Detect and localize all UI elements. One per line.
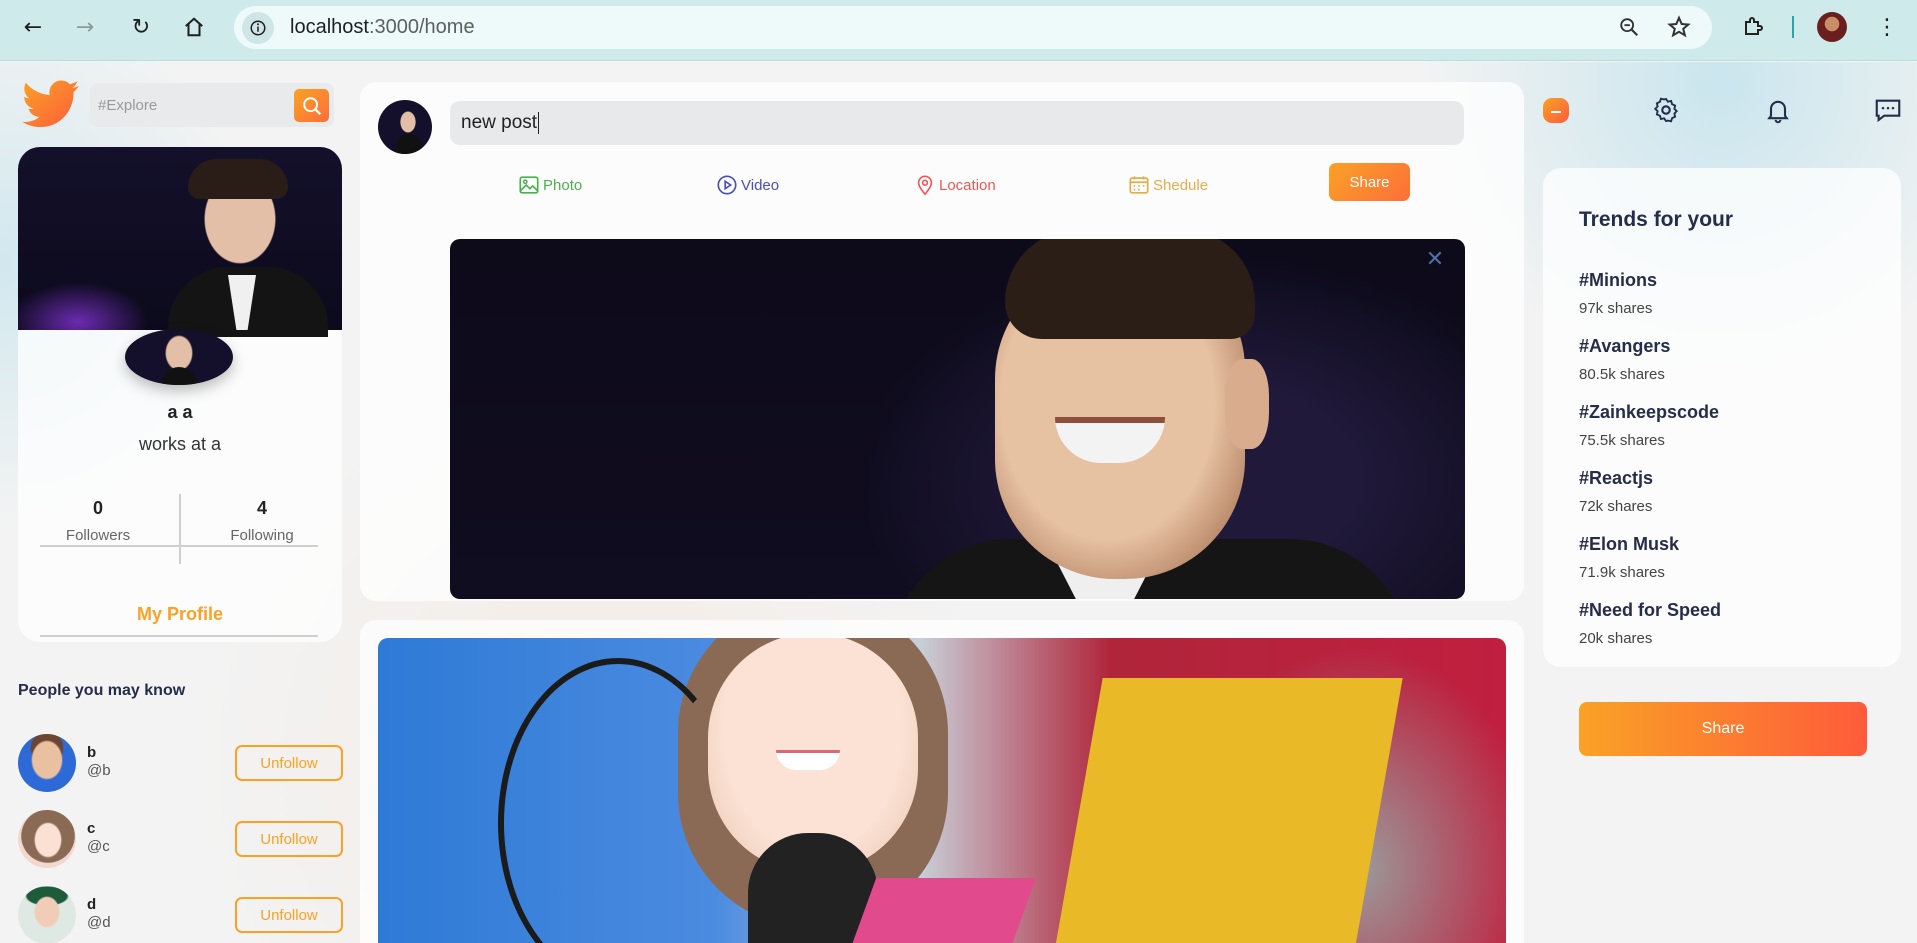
video-play-icon (717, 175, 737, 195)
location-pin-icon (917, 175, 933, 196)
person-name: c (87, 820, 96, 837)
avatar[interactable] (18, 886, 76, 943)
browser-toolbar: ← → ↻ localhost:3000/home ⋮ (0, 0, 1917, 61)
trend-tag: #Elon Musk (1579, 534, 1680, 554)
share-button[interactable]: Share (1579, 702, 1867, 756)
url-path: :3000/home (368, 16, 475, 38)
stat-separator (179, 494, 181, 564)
photo-option[interactable]: Photo (518, 170, 582, 200)
my-profile-link[interactable]: My Profile (0, 604, 360, 625)
address-bar[interactable]: localhost:3000/home (234, 6, 1712, 49)
trend-item[interactable]: #Minions 97k shares (1579, 270, 1657, 317)
location-label: Location (939, 176, 996, 194)
trend-shares: 80.5k shares (1579, 366, 1665, 383)
followers-stat: 0 Followers (38, 498, 158, 544)
trend-tag: #Need for Speed (1579, 600, 1722, 620)
trend-item[interactable]: #Need for Speed 20k shares (1579, 600, 1721, 647)
following-label: Following (230, 527, 294, 544)
avatar[interactable] (18, 734, 76, 792)
trends-title: Trends for your (1579, 208, 1734, 231)
trend-item[interactable]: #Zainkeepscode 75.5k shares (1579, 402, 1719, 449)
trend-shares: 71.9k shares (1579, 564, 1665, 581)
person-name: b (87, 744, 97, 761)
menu-dots-icon[interactable]: ⋮ (1872, 12, 1902, 42)
gear-icon[interactable] (1650, 94, 1682, 126)
explore-search-input[interactable] (98, 94, 288, 116)
url-text: localhost:3000/home (290, 16, 475, 39)
trend-tag: #Avangers (1579, 336, 1671, 356)
photo-label: Photo (543, 176, 583, 194)
followers-label: Followers (65, 527, 131, 544)
back-icon[interactable]: ← (18, 12, 48, 42)
search-icon (302, 96, 321, 115)
trends-card: Trends for your #Minions 97k shares #Ava… (1543, 168, 1901, 667)
home-page: a a works at a 0 Followers 4 Following M… (0, 62, 1917, 943)
unfollow-button[interactable]: Unfollow (235, 821, 343, 857)
followers-count: 0 (92, 498, 103, 518)
following-count: 4 (256, 498, 267, 518)
share-post-button[interactable]: Share (1329, 163, 1410, 201)
person-name: d (87, 896, 97, 913)
reload-icon[interactable]: ↻ (126, 12, 156, 42)
browser-profile-avatar[interactable] (1817, 12, 1847, 42)
video-label: Video (741, 176, 780, 194)
person-item: c @c Unfollow (18, 810, 343, 870)
trend-shares: 97k shares (1579, 300, 1653, 317)
person-item: d @d Unfollow (18, 886, 343, 943)
person-handle: @d (87, 914, 111, 931)
chat-icon[interactable] (1872, 94, 1904, 126)
schedule-option[interactable]: Shedule (1128, 170, 1208, 200)
home-nav-icon[interactable] (1540, 94, 1572, 126)
trend-shares: 75.5k shares (1579, 432, 1665, 449)
search-button[interactable] (294, 89, 329, 122)
post-input[interactable]: new post (450, 101, 1464, 145)
calendar-icon (1129, 176, 1149, 194)
profile-name: a a (167, 402, 193, 422)
trend-shares: 20k shares (1579, 630, 1653, 647)
trend-item[interactable]: #Reactjs 72k shares (1579, 468, 1653, 515)
photo-icon (519, 176, 539, 194)
toolbar-separator (1792, 16, 1794, 38)
trend-tag: #Zainkeepscode (1579, 402, 1720, 422)
cover-image (18, 147, 342, 337)
url-host: localhost (290, 16, 369, 38)
extensions-icon[interactable] (1738, 12, 1768, 42)
trend-item[interactable]: #Elon Musk 71.9k shares (1579, 534, 1679, 581)
person-item: b @b Unfollow (18, 734, 343, 794)
post-share-card: new post Photo Video Location Shedule Sh… (360, 82, 1524, 601)
explore-search (90, 83, 334, 127)
person-handle: @c (87, 838, 110, 855)
post-input-value: new post (461, 112, 538, 133)
trend-tag: #Minions (1579, 270, 1658, 290)
person-handle: @b (87, 762, 111, 779)
trend-tag: #Reactjs (1579, 468, 1654, 488)
unfollow-button[interactable]: Unfollow (235, 897, 343, 933)
trend-shares: 72k shares (1579, 498, 1653, 515)
divider (40, 635, 318, 637)
location-option[interactable]: Location (914, 170, 996, 200)
feed-post (360, 620, 1524, 943)
text-caret (538, 112, 540, 134)
trend-item[interactable]: #Avangers 80.5k shares (1579, 336, 1670, 383)
profile-card (18, 147, 342, 642)
image-preview: ✕ (450, 239, 1465, 599)
schedule-label: Shedule (1153, 176, 1209, 194)
unfollow-button[interactable]: Unfollow (235, 745, 343, 781)
site-info-icon[interactable] (242, 12, 274, 44)
post-image (378, 638, 1506, 943)
forward-icon[interactable]: → (70, 12, 100, 42)
close-icon[interactable]: ✕ (1423, 247, 1447, 272)
post-author-avatar (378, 100, 432, 154)
video-option[interactable]: Video (716, 170, 779, 200)
bookmark-star-icon[interactable] (1664, 12, 1694, 42)
bell-icon[interactable] (1762, 94, 1794, 126)
home-icon[interactable] (179, 12, 209, 42)
people-you-may-know-title: People you may know (18, 682, 186, 699)
profile-work: works at a (138, 434, 222, 454)
zoom-icon[interactable] (1614, 12, 1644, 42)
profile-avatar[interactable] (125, 329, 233, 385)
twitter-logo-icon[interactable] (22, 80, 80, 130)
following-stat: 4 Following (202, 498, 322, 544)
avatar[interactable] (18, 810, 76, 868)
